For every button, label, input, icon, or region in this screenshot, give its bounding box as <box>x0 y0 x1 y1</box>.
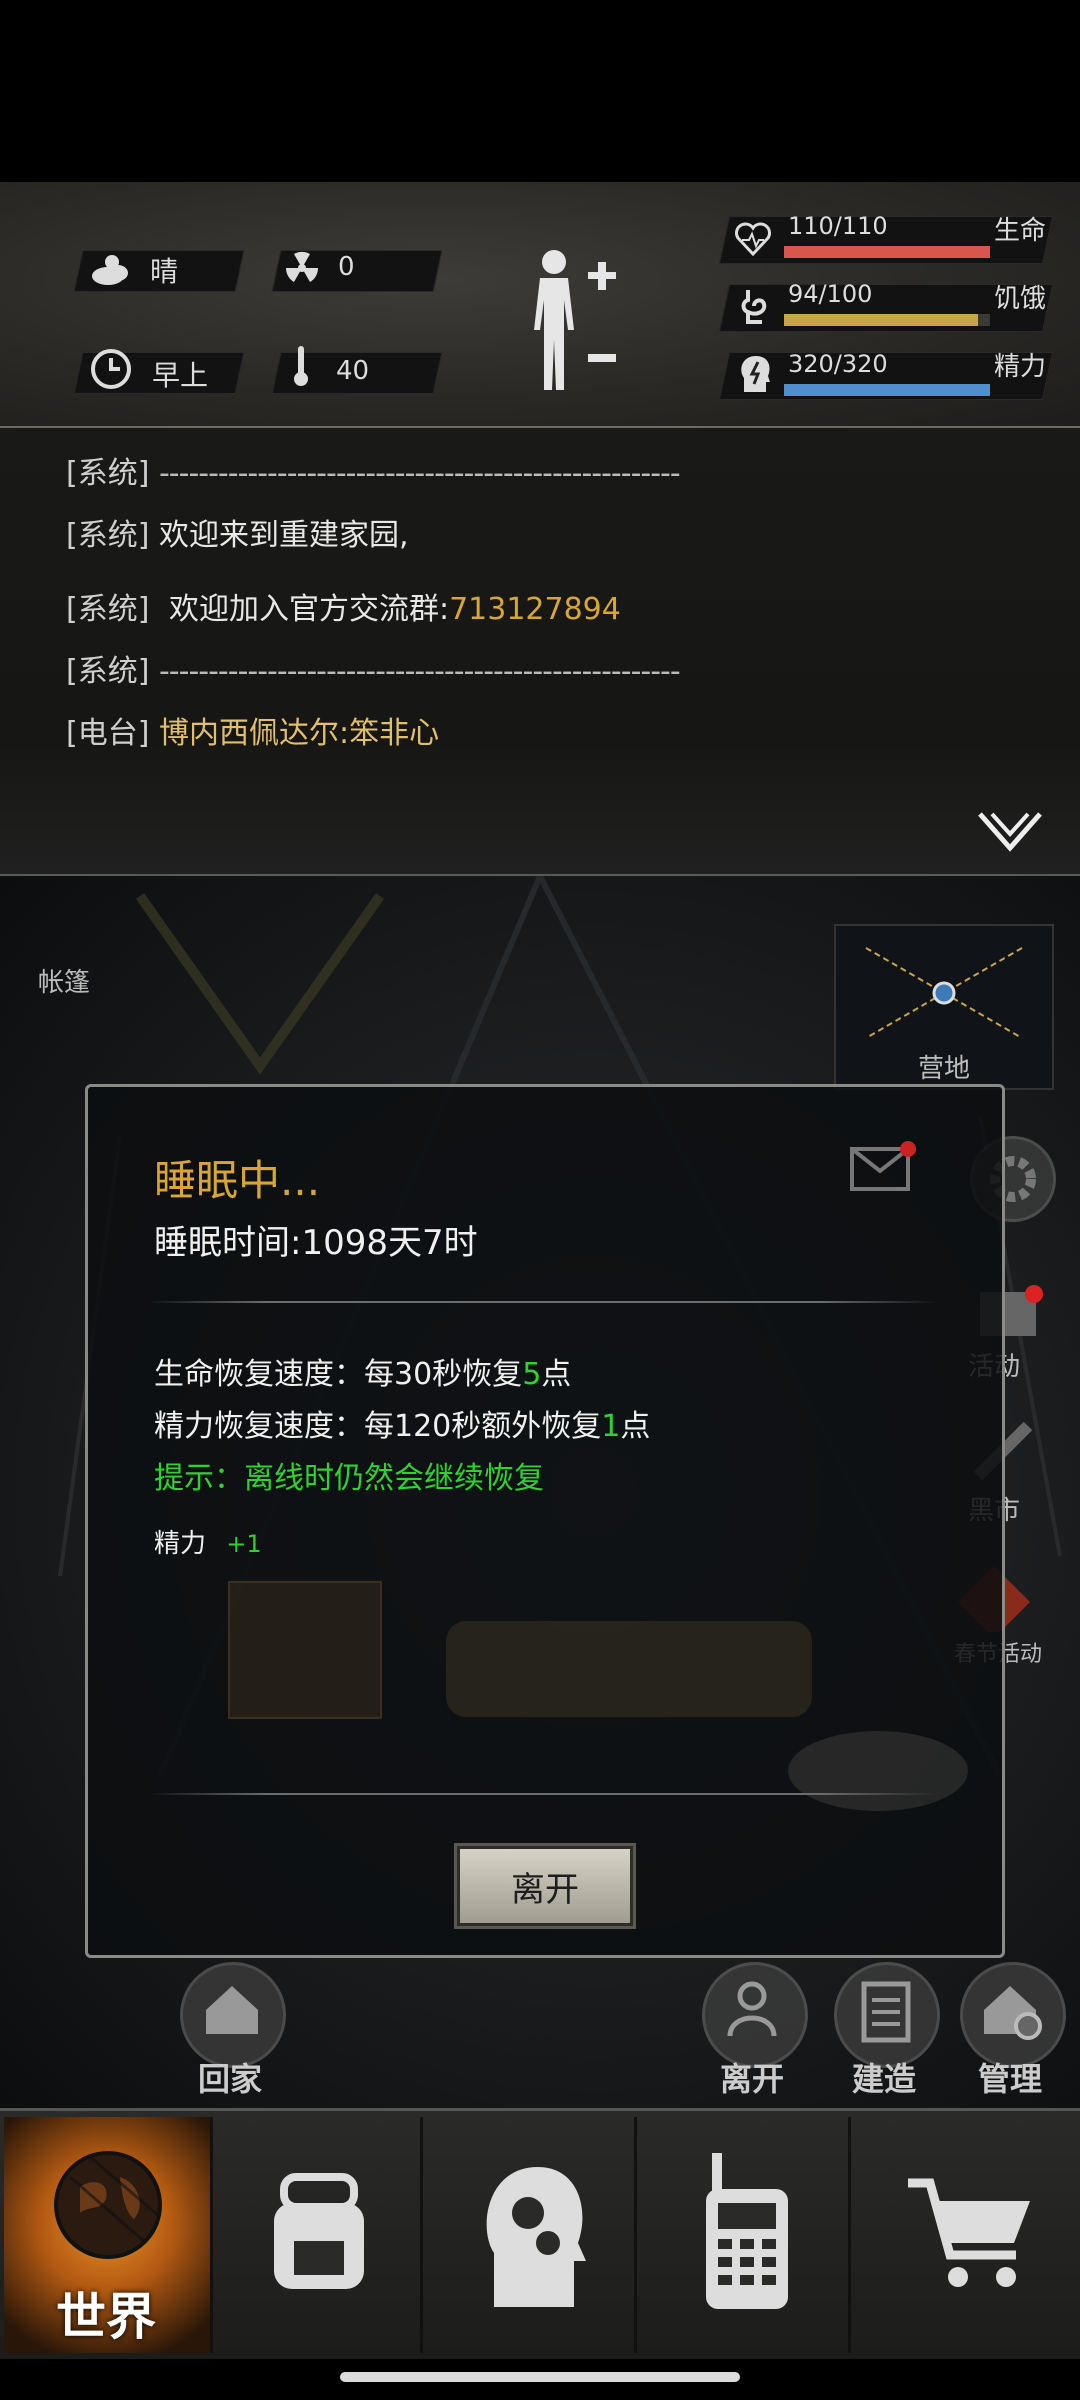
offline-hint: 提示：离线时仍然会继续恢复 <box>154 1461 544 1496</box>
radiation-icon <box>285 251 319 282</box>
weather-text: 晴 <box>150 255 179 288</box>
temperature-value: 40 <box>336 356 370 386</box>
divider-top <box>148 1301 938 1303</box>
health-value: 110/110 <box>788 212 888 240</box>
hp-regen-line: 生命恢复速度：每30秒恢复5点 <box>154 1349 571 1393</box>
message-log[interactable]: [系统] -----------------------------------… <box>0 428 1080 877</box>
hunger-track <box>784 314 990 326</box>
build-button[interactable]: 建造 <box>834 1962 944 2102</box>
log-line: [系统] 欢迎来到重建家园, <box>66 516 409 556</box>
leave-action-button[interactable]: 离开 <box>702 1962 812 2102</box>
go-home-button[interactable]: 回家 <box>180 1962 290 2102</box>
hp-regen-amount: 5 <box>522 1357 542 1392</box>
straw-bed-image <box>446 1621 812 1717</box>
log-line: [系统] -----------------------------------… <box>66 652 681 692</box>
thermometer-icon <box>294 346 308 386</box>
camp-map-icon <box>865 947 1023 1039</box>
log-text: 欢迎加入官方交流群: <box>168 592 450 627</box>
location-label: 帐篷 <box>38 968 91 998</box>
nav-shop[interactable] <box>856 2117 1062 2353</box>
time-of-day: 早上 <box>152 359 209 392</box>
globe-icon <box>54 2151 162 2259</box>
nav-backpack[interactable] <box>214 2117 423 2353</box>
log-tag: [系统] <box>66 518 150 553</box>
hunger-label: 饥饿 <box>994 284 1047 314</box>
home-icon <box>206 1986 258 2034</box>
nav-world[interactable]: 世界 <box>4 2117 213 2353</box>
leave-button[interactable]: 离开 <box>454 1843 636 1929</box>
head-gears-icon <box>486 2167 586 2307</box>
nav-radio[interactable] <box>642 2117 851 2353</box>
radiation-value: 0 <box>338 252 355 282</box>
log-line: [电台] 博内西佩达尔:笨非心 <box>66 714 439 754</box>
user-exit-icon <box>727 1981 777 2037</box>
heart-icon <box>735 222 771 256</box>
cloud-sun-icon <box>92 255 128 285</box>
leave-button-label: 离开 <box>511 1869 579 1910</box>
home-gear-icon <box>984 1986 1042 2040</box>
sleep-dialog: 睡眠中... 睡眠时间:1098天7时 生命恢复速度：每30秒恢复5点 精力恢复… <box>85 1084 1005 1958</box>
leave-action-label: 离开 <box>720 2060 785 2098</box>
body-status-button[interactable] <box>518 240 638 400</box>
divider-bottom <box>148 1793 938 1795</box>
log-line: [系统] -----------------------------------… <box>66 454 681 494</box>
camp-label: 营地 <box>918 1054 971 1084</box>
blueprint-icon <box>861 1981 911 2043</box>
sleep-duration: 睡眠时间:1098天7时 <box>154 1223 478 1263</box>
hp-regen-text: 生命恢复速度：每30秒恢复 <box>154 1357 523 1392</box>
expand-log-icon[interactable] <box>976 808 1044 856</box>
log-text: ----------------------------------------… <box>158 456 681 491</box>
energy-track <box>784 384 990 396</box>
manage-label: 管理 <box>978 2060 1043 2098</box>
hp-regen-unit: 点 <box>541 1357 572 1392</box>
bottom-nav: 世界 <box>0 2108 1080 2359</box>
stomach-icon <box>741 290 767 324</box>
gain-line: 精力 +1 <box>154 1523 262 1560</box>
campfire-image <box>788 1731 968 1811</box>
energy-regen-amount: 1 <box>601 1409 621 1444</box>
energy-bar: 320/320 精力 <box>718 346 1060 406</box>
energy-regen-line: 精力恢复速度：每120秒额外恢复1点 <box>154 1401 650 1445</box>
clock-icon <box>91 349 131 389</box>
log-tag: [电台] <box>66 716 150 751</box>
log-tag: [系统] <box>66 456 150 491</box>
sleep-title: 睡眠中... <box>154 1156 321 1205</box>
log-text: :笨非心 <box>338 716 440 751</box>
head-energy-icon <box>741 356 770 392</box>
crate-image <box>228 1581 382 1719</box>
energy-label: 精力 <box>994 352 1047 382</box>
go-home-label: 回家 <box>198 2060 263 2098</box>
status-panel: 晴 0 早上 40 110/110 生命 94/100 饥饿 320/320 精… <box>0 182 1080 429</box>
energy-value: 320/320 <box>788 350 888 378</box>
camp-map-button[interactable]: 营地 <box>834 924 1054 1090</box>
health-track <box>784 246 990 258</box>
human-body-icon <box>534 250 616 390</box>
energy-regen-unit: 点 <box>620 1409 651 1444</box>
group-number-link[interactable]: 713127894 <box>449 592 621 627</box>
energy-regen-text: 精力恢复速度：每120秒额外恢复 <box>154 1409 602 1444</box>
build-label: 建造 <box>852 2060 917 2098</box>
envelope-icon <box>850 1141 916 1191</box>
hunger-value: 94/100 <box>788 280 873 308</box>
log-text: ----------------------------------------… <box>158 654 681 689</box>
log-text: 欢迎来到重建家园, <box>158 518 409 553</box>
home-indicator[interactable] <box>340 2372 740 2382</box>
backpack-icon <box>274 2173 364 2289</box>
log-line: [系统] 欢迎加入官方交流群:713127894 <box>66 590 621 630</box>
log-tag: [系统] <box>66 654 150 689</box>
manage-button[interactable]: 管理 <box>960 1962 1070 2102</box>
log-tag: [系统] <box>66 592 150 627</box>
walkie-talkie-icon <box>706 2153 788 2309</box>
health-bar: 110/110 生命 <box>718 210 1060 270</box>
mail-button[interactable] <box>850 1139 916 1195</box>
nav-skills[interactable] <box>428 2117 637 2353</box>
gain-value: +1 <box>226 1530 262 1558</box>
gain-label: 精力 <box>154 1529 207 1559</box>
nav-world-label: 世界 <box>56 2288 156 2346</box>
hunger-bar: 94/100 饥饿 <box>718 278 1060 338</box>
health-label: 生命 <box>994 216 1047 246</box>
cart-icon <box>908 2178 1030 2287</box>
log-sender: 博内西佩达尔 <box>158 716 339 751</box>
